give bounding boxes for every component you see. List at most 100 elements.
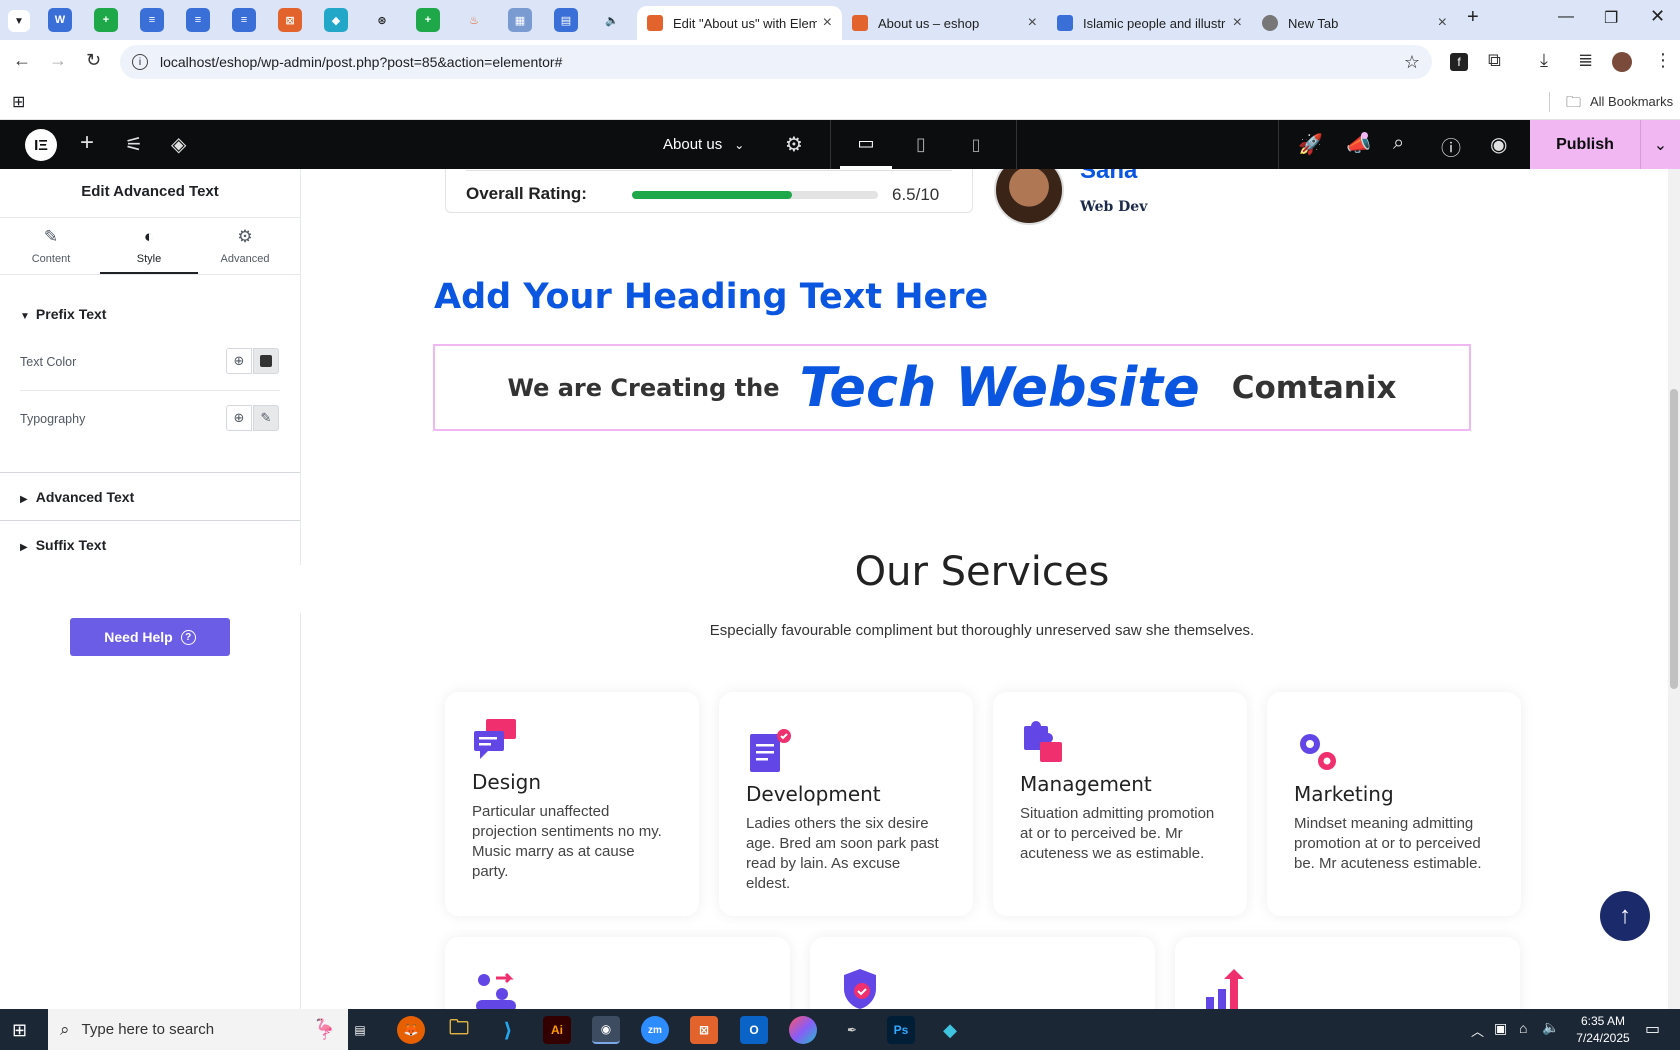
firefox-icon[interactable]: 🦊 — [397, 1016, 425, 1044]
advanced-text-widget[interactable]: We are Creating the Tech Website Comtani… — [433, 344, 1471, 431]
service-card-row2[interactable] — [1175, 937, 1520, 1009]
service-card-management[interactable]: Management Situation admitting promotion… — [993, 692, 1247, 916]
show-hidden-icons-chevron-icon[interactable]: ︿ — [1471, 1021, 1484, 1040]
section-prefix-text[interactable]: ▼ Prefix Text — [0, 306, 300, 322]
tab-search-button[interactable]: ▼ — [8, 10, 30, 32]
close-icon[interactable]: × — [1028, 14, 1037, 32]
notification-center-icon[interactable]: ▭ — [1645, 1019, 1660, 1039]
service-card-row2[interactable] — [810, 937, 1155, 1009]
add-element-icon[interactable]: + — [80, 129, 94, 157]
close-icon[interactable]: × — [1233, 14, 1242, 32]
extension-f-icon[interactable]: f — [1450, 53, 1468, 71]
speaker-icon[interactable]: 🔈 — [600, 8, 624, 32]
scroll-to-top-button[interactable]: ↑ — [1600, 891, 1650, 941]
tab-advanced[interactable]: ⚙ Advanced — [196, 227, 294, 265]
xampp-icon[interactable]: ⊠ — [690, 1016, 718, 1044]
pinned-tab-wordpress[interactable]: W — [48, 8, 72, 32]
pinned-tab-openai[interactable]: ⊛ — [370, 8, 394, 32]
service-card-row2[interactable] — [445, 937, 790, 1009]
illustrator-icon[interactable]: Ai — [543, 1016, 571, 1044]
wifi-icon[interactable]: ⌂ — [1519, 1020, 1527, 1036]
section-advanced-text[interactable]: ▶ Advanced Text — [0, 489, 300, 505]
app-diamond-icon[interactable]: ◆ — [936, 1016, 964, 1044]
close-icon[interactable]: × — [1438, 14, 1447, 32]
tab-content[interactable]: ✎ Content — [2, 227, 100, 265]
paint-icon[interactable] — [789, 1016, 817, 1044]
service-card-marketing[interactable]: Marketing Mindset meaning admitting prom… — [1267, 692, 1521, 916]
page-selector[interactable]: About us ⌄ — [663, 120, 744, 169]
taskbar-search-box[interactable]: ⌕ Type here to search 🦩 — [48, 1009, 348, 1050]
color-picker-swatch[interactable] — [253, 348, 279, 374]
profile-avatar[interactable] — [1612, 52, 1632, 72]
clock[interactable]: 6:35 AM 7/24/2025 — [1568, 1013, 1638, 1047]
outlook-icon[interactable]: O — [740, 1016, 768, 1044]
pinned-tab-docs[interactable]: ≡ — [140, 8, 164, 32]
volume-icon[interactable]: 🔈 — [1542, 1019, 1559, 1036]
file-explorer-icon[interactable]: 🗀 — [445, 1016, 473, 1044]
chrome-icon[interactable]: ◉ — [592, 1016, 620, 1044]
publish-options-chevron-icon[interactable]: ⌄ — [1640, 120, 1680, 169]
vscode-icon[interactable]: ⟩ — [494, 1016, 522, 1044]
service-card-development[interactable]: Development Ladies others the six desire… — [719, 692, 973, 916]
close-icon[interactable]: × — [823, 14, 832, 32]
forward-arrow-icon[interactable]: → — [49, 50, 67, 71]
tab-about-us-eshop[interactable]: About us – eshop × — [842, 6, 1047, 40]
globe-icon[interactable]: ⊕ — [226, 348, 252, 374]
tab-islamic-people[interactable]: Islamic people and illustr × — [1047, 6, 1252, 40]
site-info-icon[interactable]: i — [132, 54, 148, 70]
section-suffix-text[interactable]: ▶ Suffix Text — [0, 537, 300, 553]
desktop-device-button[interactable]: ▭ — [840, 120, 892, 169]
mobile-device-button[interactable]: ▯ — [950, 120, 1002, 169]
media-control-icon[interactable]: ≣ — [1578, 50, 1593, 71]
pinned-tab-docs[interactable]: ≡ — [232, 8, 256, 32]
omnibox[interactable]: i localhost/eshop/wp-admin/post.php?post… — [120, 45, 1432, 79]
preview-eye-icon[interactable]: ◉ — [1490, 132, 1507, 157]
close-window-icon[interactable]: ✕ — [1650, 6, 1665, 27]
network-icon[interactable]: ▣ — [1494, 1020, 1507, 1037]
tab-style[interactable]: ◐ Style — [100, 227, 198, 275]
pinned-tab-xampp[interactable]: ⊠ — [278, 8, 302, 32]
photoshop-icon[interactable]: Ps — [887, 1016, 915, 1044]
page-settings-gear-icon[interactable]: ⚙ — [785, 132, 803, 157]
apps-grid-icon[interactable]: ⊞ — [12, 92, 25, 112]
bookmark-star-icon[interactable]: ☆ — [1404, 52, 1420, 73]
windows-start-icon[interactable]: ⊞ — [12, 1020, 27, 1041]
help-icon[interactable]: ⓘ — [1441, 132, 1461, 161]
scrollbar-thumb[interactable] — [1670, 389, 1678, 689]
canvas-scrollbar[interactable] — [1668, 169, 1680, 1009]
site-settings-icon[interactable]: ⚟ — [125, 132, 143, 157]
extensions-puzzle-icon[interactable]: ⧉ — [1488, 50, 1501, 71]
search-icon[interactable]: ⌕ — [1393, 132, 1404, 155]
tab-edit-about-us[interactable]: Edit "About us" with Elem × — [637, 6, 842, 40]
restore-icon[interactable]: ❐ — [1604, 8, 1618, 28]
globe-icon[interactable]: ⊕ — [226, 405, 252, 431]
minimize-icon[interactable]: — — [1558, 8, 1574, 26]
pinned-tab-app[interactable]: ♨ — [462, 8, 486, 32]
pinned-tab-sheets[interactable]: + — [94, 8, 118, 32]
rocket-icon[interactable]: 🚀 — [1298, 132, 1323, 157]
structure-layers-icon[interactable]: ◈ — [171, 132, 186, 157]
pinned-tab-app[interactable]: ◆ — [324, 8, 348, 32]
all-bookmarks-link[interactable]: All Bookmarks — [1590, 94, 1673, 109]
elementor-logo[interactable]: IΞ — [25, 129, 57, 161]
download-icon[interactable]: ⤓ — [1540, 50, 1548, 71]
url-text[interactable]: localhost/eshop/wp-admin/post.php?post=8… — [160, 54, 562, 70]
page-heading[interactable]: Add Your Heading Text Here — [434, 277, 988, 317]
pinned-tab-grid[interactable]: ▦ — [508, 8, 532, 32]
edit-typography-pencil-icon[interactable]: ✎ — [253, 405, 279, 431]
publish-button[interactable]: Publish — [1530, 120, 1640, 169]
pinned-tab-forms[interactable]: ▤ — [554, 8, 578, 32]
chrome-menu-icon[interactable]: ⋮ — [1654, 50, 1672, 71]
reload-icon[interactable]: ↻ — [86, 50, 101, 71]
pinned-tab-sheets[interactable]: + — [416, 8, 440, 32]
service-card-design[interactable]: Design Particular unaffected projection … — [445, 692, 699, 916]
task-view-icon[interactable]: ▤ — [346, 1016, 374, 1044]
pinned-tab-docs[interactable]: ≡ — [186, 8, 210, 32]
new-tab-plus-icon[interactable]: + — [1467, 6, 1479, 29]
zoom-icon[interactable]: zm — [641, 1016, 669, 1044]
pen-tool-icon[interactable]: ✒ — [838, 1016, 866, 1044]
back-arrow-icon[interactable]: ← — [13, 50, 31, 71]
tab-new-tab[interactable]: New Tab × — [1252, 6, 1457, 40]
tablet-device-button[interactable]: ▯ — [895, 120, 947, 169]
need-help-button[interactable]: Need Help? — [70, 618, 230, 656]
